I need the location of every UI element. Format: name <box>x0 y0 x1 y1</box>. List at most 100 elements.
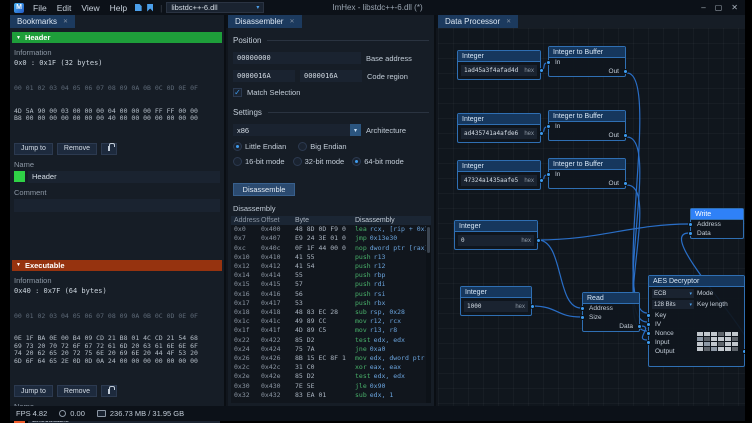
close-icon[interactable]: ✕ <box>506 18 511 25</box>
disassembly-row[interactable]: 0x1c 0x41c 49 89 CC movr12, rcx <box>231 317 431 326</box>
remove-button[interactable]: Remove <box>57 143 97 155</box>
save-icon[interactable] <box>132 2 144 14</box>
lock-button[interactable] <box>101 143 117 155</box>
input-pin[interactable] <box>546 124 551 129</box>
node-int-to-buffer-1[interactable]: Integer to Buffer In Out <box>548 46 626 77</box>
aes-mode-select[interactable]: ECB ▾ <box>652 289 694 298</box>
aes-keylength-select[interactable]: 128 Bits ▾ <box>652 300 694 309</box>
menu-item[interactable]: View <box>76 3 104 13</box>
output-pin[interactable] <box>742 349 745 354</box>
disassemble-button[interactable]: Disassemble <box>233 183 295 196</box>
output-pin[interactable] <box>539 68 544 73</box>
node-integer-zero[interactable]: Integer 0 hex <box>454 220 538 250</box>
radio-32bit-mode[interactable]: 32-bit mode <box>293 157 345 166</box>
output-pin[interactable] <box>536 238 541 243</box>
input-pin[interactable] <box>580 315 585 320</box>
tab-disassembler[interactable]: Disassembler ✕ <box>228 15 302 28</box>
match-selection-checkbox[interactable]: ✓ Match Selection <box>233 88 429 97</box>
node-integer-nonce[interactable]: Integer 47324a1435aafe5 hex <box>457 160 541 190</box>
bookmark-comment-input[interactable] <box>14 199 220 212</box>
bookmark-hex-preview: 00 01 02 03 04 05 06 07 08 09 0A 0B 0C 0… <box>14 298 220 381</box>
integer-value-input[interactable]: 1ad45a3f4afad4d hex <box>461 65 537 76</box>
color-swatch[interactable] <box>14 171 25 182</box>
node-integer-size[interactable]: Integer 1000 hex <box>460 286 532 316</box>
input-pin[interactable] <box>688 231 693 236</box>
disassembly-row[interactable]: 0x14 0x414 55 pushrbp <box>231 271 431 280</box>
output-pin[interactable] <box>623 181 628 186</box>
integer-value-input[interactable]: 1000 hex <box>464 301 528 312</box>
node-integer-key[interactable]: Integer 1ad45a3f4afad4d hex <box>457 50 541 80</box>
node-read[interactable]: Read Address Size Data <box>582 292 640 332</box>
disassembly-row[interactable]: 0x0 0x400 48 8D 0D F9 0 learcx, [rip + 0… <box>231 225 431 234</box>
tab-data-processor[interactable]: Data Processor ✕ <box>438 15 518 28</box>
disassembly-row[interactable]: 0x30 0x430 7E 5E jle0x90 <box>231 382 431 391</box>
minimize-button[interactable]: – <box>701 3 705 12</box>
node-integer-iv[interactable]: Integer ad435741a4afde6 hex <box>457 113 541 143</box>
disassembly-row[interactable]: 0x1f 0x41f 4D 89 C5 movr13, r8 <box>231 326 431 335</box>
node-int-to-buffer-2[interactable]: Integer to Buffer In Out <box>548 110 626 141</box>
bookmark-name-input[interactable]: Header <box>28 171 220 183</box>
output-pin[interactable] <box>539 178 544 183</box>
output-pin[interactable] <box>530 304 535 309</box>
disassembly-row[interactable]: 0x26 0x426 8B 15 EC 8F 1 movedx, dword p… <box>231 354 431 363</box>
close-button[interactable]: ✕ <box>731 3 738 12</box>
input-pin[interactable] <box>546 60 551 65</box>
output-pin[interactable] <box>637 324 642 329</box>
code-region-start-input[interactable]: 0000016A <box>233 70 295 82</box>
disassembly-row[interactable]: 0x18 0x418 48 83 EC 28 subrsp, 0x28 <box>231 308 431 317</box>
disassembly-row[interactable]: 0x32 0x432 83 EA 01 subedx, 1 <box>231 391 431 400</box>
bookmark-icon[interactable] <box>144 2 156 14</box>
disassembly-row[interactable]: 0x16 0x416 56 pushrsi <box>231 290 431 299</box>
integer-value-input[interactable]: ad435741a4afde6 hex <box>461 128 537 139</box>
menu-item[interactable]: File <box>28 3 52 13</box>
close-icon[interactable]: ✕ <box>63 18 68 25</box>
tab-bookmarks[interactable]: Bookmarks ✕ <box>10 15 75 28</box>
output-pin[interactable] <box>539 131 544 136</box>
node-int-to-buffer-3[interactable]: Integer to Buffer In Out <box>548 158 626 189</box>
bookmark-header-bar[interactable]: ▼ Header <box>12 32 222 43</box>
input-pin[interactable] <box>646 313 651 318</box>
base-address-input[interactable]: 00000000 <box>233 52 361 64</box>
input-pin[interactable] <box>580 306 585 311</box>
radio-big-endian[interactable]: Big Endian <box>298 142 346 151</box>
maximize-button[interactable]: ▢ <box>715 3 723 12</box>
scrollbar-thumb[interactable] <box>427 227 430 253</box>
input-pin[interactable] <box>646 331 651 336</box>
disassembly-row[interactable]: 0x10 0x410 41 55 pushr13 <box>231 253 431 262</box>
input-pin[interactable] <box>646 340 651 345</box>
menu-item[interactable]: Edit <box>52 3 77 13</box>
jump-to-button[interactable]: Jump to <box>14 143 53 155</box>
radio-16bit-mode[interactable]: 16-bit mode <box>233 157 285 166</box>
disassembly-row[interactable]: 0x7 0x407 E9 24 3E 01 0 jmp0x13e30 <box>231 234 431 243</box>
input-pin[interactable] <box>646 322 651 327</box>
lock-button[interactable] <box>101 385 117 397</box>
remove-button[interactable]: Remove <box>57 385 97 397</box>
integer-value-input[interactable]: 47324a1435aafe5 hex <box>461 175 537 186</box>
bookmark-header-bar[interactable]: ▼ Executable <box>12 260 222 271</box>
disassembly-row[interactable]: 0x2c 0x42c 31 C0 xoreax, eax <box>231 363 431 372</box>
architecture-select[interactable]: x86 ▾ <box>233 124 361 136</box>
radio-little-endian[interactable]: Little Endian <box>233 142 286 151</box>
output-pin[interactable] <box>623 133 628 138</box>
disassembly-row[interactable]: 0x22 0x422 85 D2 testedx, edx <box>231 336 431 345</box>
node-write[interactable]: Write Address Data <box>690 208 744 239</box>
node-aes-decryptor[interactable]: AES Decryptor ECB ▾ Mode 128 Bits ▾ Key … <box>648 275 745 367</box>
code-region-end-input[interactable]: 0000016A <box>300 70 362 82</box>
menu-item[interactable]: Help <box>105 3 132 13</box>
disassembly-label: Disassembly <box>233 204 429 213</box>
close-icon[interactable]: ✕ <box>289 18 294 25</box>
node-canvas[interactable]: Integer 1ad45a3f4afad4d hex Integer to B… <box>438 28 745 406</box>
disassembly-row[interactable]: 0x12 0x412 41 54 pushr12 <box>231 262 431 271</box>
jump-to-button[interactable]: Jump to <box>14 385 53 397</box>
disassembly-row[interactable]: 0x15 0x415 57 pushrdi <box>231 280 431 289</box>
scrollbar[interactable] <box>426 226 431 403</box>
disassembly-row[interactable]: 0x24 0x424 75 7A jne0xa0 <box>231 345 431 354</box>
integer-value-input[interactable]: 0 hex <box>458 235 534 246</box>
disassembly-row[interactable]: 0xc 0x40c 0F 1F 44 00 0 nopdword ptr [ra… <box>231 244 431 253</box>
input-pin[interactable] <box>688 222 693 227</box>
radio-64bit-mode[interactable]: 64-bit mode <box>352 157 404 166</box>
output-pin[interactable] <box>623 69 628 74</box>
disassembly-row[interactable]: 0x2e 0x42e 85 D2 testedx, edx <box>231 372 431 381</box>
input-pin[interactable] <box>546 172 551 177</box>
disassembly-row[interactable]: 0x17 0x417 53 pushrbx <box>231 299 431 308</box>
